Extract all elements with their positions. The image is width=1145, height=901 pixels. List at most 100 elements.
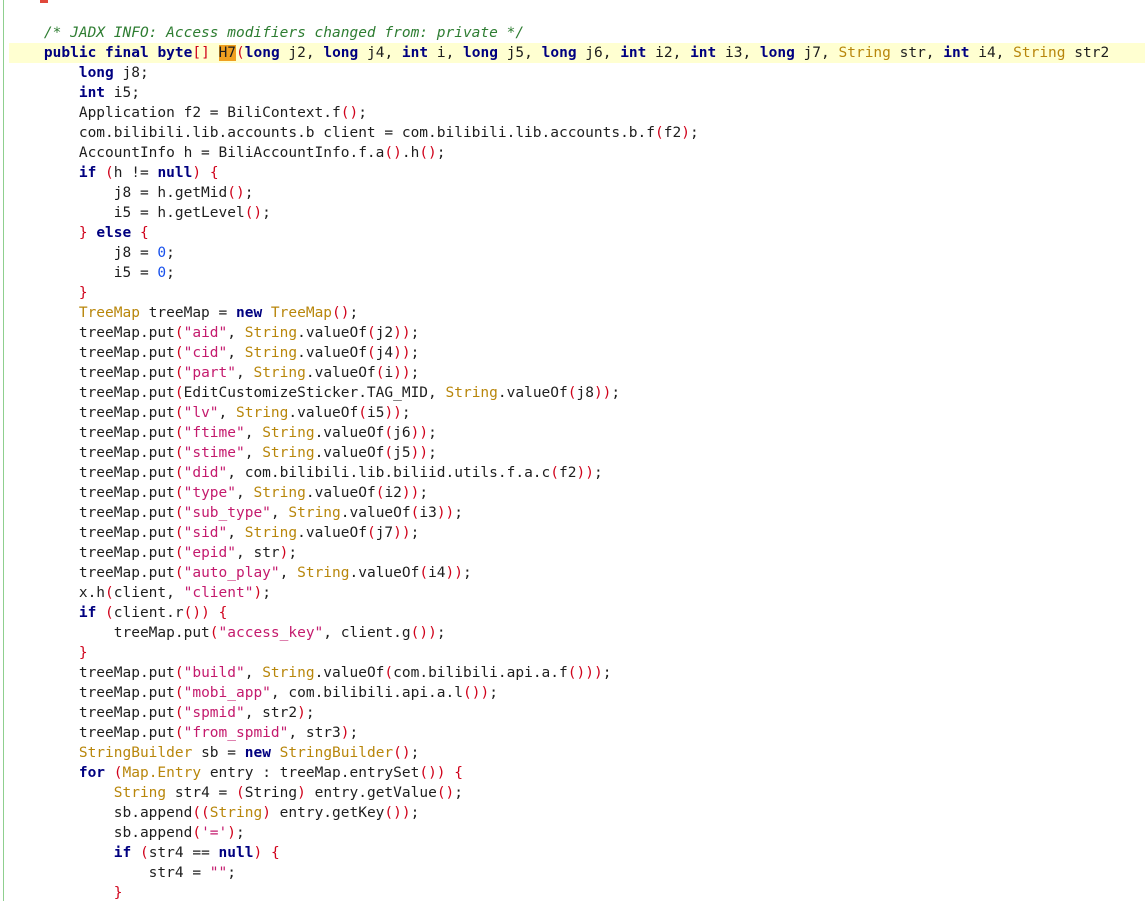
code-token: ( (174, 665, 184, 681)
code-line[interactable]: StringBuilder sb = new StringBuilder(); (9, 743, 1145, 763)
code-area[interactable]: /* JADX INFO: Access modifiers changed f… (9, 23, 1145, 901)
code-line[interactable]: treeMap.put("type", String.valueOf(i2)); (9, 483, 1145, 503)
code-line[interactable]: i5 = 0; (9, 263, 1145, 283)
code-line[interactable]: treeMap.put("mobi_app", com.bilibili.api… (9, 683, 1145, 703)
code-token: j8 (576, 385, 594, 401)
highlighted-identifier: H7 (218, 45, 237, 61)
code-token: x.h (9, 585, 106, 601)
code-token: ) (681, 125, 690, 141)
code-line[interactable]: if (h != null) { (9, 163, 1145, 183)
code-token: ()) (462, 685, 490, 701)
code-line[interactable]: TreeMap treeMap = new TreeMap(); (9, 303, 1145, 323)
code-token: i5 (366, 405, 385, 421)
code-line[interactable]: str4 = ""; (9, 863, 1145, 883)
code-line[interactable]: treeMap.put("did", com.bilibili.lib.bili… (9, 463, 1145, 483)
code-line[interactable]: i5 = h.getLevel(); (9, 203, 1145, 223)
code-token: "part" (183, 365, 236, 381)
code-token: client.r (113, 605, 184, 621)
code-token: .h (401, 145, 420, 161)
code-line[interactable]: if (str4 == null) { (9, 843, 1145, 863)
code-token: j8 = h.getMid (9, 185, 228, 201)
code-line[interactable]: int i5; (9, 83, 1145, 103)
code-token: int (943, 45, 970, 61)
code-line[interactable]: treeMap.put("auto_play", String.valueOf(… (9, 563, 1145, 583)
code-token: for (78, 765, 106, 781)
code-token: ; (593, 465, 603, 481)
code-line[interactable]: sb.append('='); (9, 823, 1145, 843)
code-token: , (236, 365, 254, 381)
code-line[interactable]: } (9, 883, 1145, 901)
code-line[interactable]: treeMap.put("aid", String.valueOf(j2)); (9, 323, 1145, 343)
code-line[interactable]: treeMap.put("sub_type", String.valueOf(i… (9, 503, 1145, 523)
code-token: com.bilibili.api.a.f (393, 665, 568, 681)
code-line[interactable]: if (client.r()) { (9, 603, 1145, 623)
code-line[interactable]: String str4 = (String) entry.getValue(); (9, 783, 1145, 803)
code-token: treeMap.put (9, 425, 175, 441)
code-line[interactable]: treeMap.put("spmid", str2); (9, 703, 1145, 723)
code-token: f2 (663, 125, 682, 141)
code-token: new (244, 745, 271, 761)
code-token: , (227, 525, 245, 541)
code-token: ( (105, 585, 114, 601)
code-token: () (244, 205, 263, 221)
code-line[interactable]: long j8; (9, 63, 1145, 83)
code-line[interactable]: x.h(client, "client"); (9, 583, 1145, 603)
code-line[interactable]: treeMap.put("part", String.valueOf(i)); (9, 363, 1145, 383)
code-token: entry.getKey (270, 805, 385, 821)
code-token: ( (366, 345, 376, 361)
code-token: { (139, 225, 149, 241)
code-token: ; (611, 385, 621, 401)
code-line[interactable]: sb.append((String) entry.getKey()); (9, 803, 1145, 823)
code-line[interactable]: treeMap.put("ftime", String.valueOf(j6))… (9, 423, 1145, 443)
code-token: ( (384, 665, 394, 681)
code-token: ( (174, 705, 184, 721)
code-token: treeMap.put (9, 705, 175, 721)
code-token: h != (113, 165, 158, 181)
code-line[interactable]: treeMap.put("from_spmid", str3); (9, 723, 1145, 743)
code-editor[interactable]: /* JADX INFO: Access modifiers changed f… (0, 0, 1145, 901)
code-line[interactable]: for (Map.Entry entry : treeMap.entrySet(… (9, 763, 1145, 783)
code-line[interactable]: treeMap.put("cid", String.valueOf(j4)); (9, 343, 1145, 363)
code-token: ( (236, 785, 245, 801)
code-token: )) (384, 405, 402, 421)
code-line[interactable]: treeMap.put("stime", String.valueOf(j5))… (9, 443, 1145, 463)
code-line[interactable]: treeMap.put("sid", String.valueOf(j7)); (9, 523, 1145, 543)
code-line[interactable]: j8 = h.getMid(); (9, 183, 1145, 203)
code-line[interactable]: treeMap.put("lv", String.valueOf(i5)); (9, 403, 1145, 423)
code-line[interactable]: treeMap.put("access_key", client.g()); (9, 623, 1145, 643)
current-code-line[interactable]: public final byte[] H7(long j2, long j4,… (9, 43, 1145, 63)
code-line[interactable]: treeMap.put("build", String.valueOf(com.… (9, 663, 1145, 683)
code-line[interactable]: j8 = 0; (9, 243, 1145, 263)
code-line[interactable]: com.bilibili.lib.accounts.b client = com… (9, 123, 1145, 143)
code-line[interactable]: AccountInfo h = BiliAccountInfo.f.a().h(… (9, 143, 1145, 163)
code-line[interactable]: treeMap.put("epid", str); (9, 543, 1145, 563)
code-token: new (235, 305, 263, 321)
code-token: String (445, 385, 498, 401)
code-token: int (78, 85, 106, 101)
code-token: 0 (157, 265, 167, 281)
code-token: String (297, 565, 350, 581)
code-token: )) (593, 385, 612, 401)
code-token: ) (262, 805, 271, 821)
code-line[interactable]: Application f2 = BiliContext.f(); (9, 103, 1145, 123)
code-line[interactable]: } (9, 643, 1145, 663)
code-line[interactable]: /* JADX INFO: Access modifiers changed f… (9, 23, 1145, 43)
code-token: i3 (419, 505, 437, 521)
code-line[interactable]: } (9, 283, 1145, 303)
code-token: ) (297, 785, 306, 801)
code-token: ( (419, 565, 429, 581)
code-token: "ftime" (183, 425, 245, 441)
code-token: () (419, 145, 437, 161)
code-token: ) (253, 845, 263, 861)
code-token: byte (157, 45, 193, 61)
code-token: ( (236, 45, 245, 61)
code-token: )) (393, 325, 411, 341)
code-line[interactable]: } else { (9, 223, 1145, 243)
code-line[interactable]: treeMap.put(EditCustomizeSticker.TAG_MID… (9, 383, 1145, 403)
